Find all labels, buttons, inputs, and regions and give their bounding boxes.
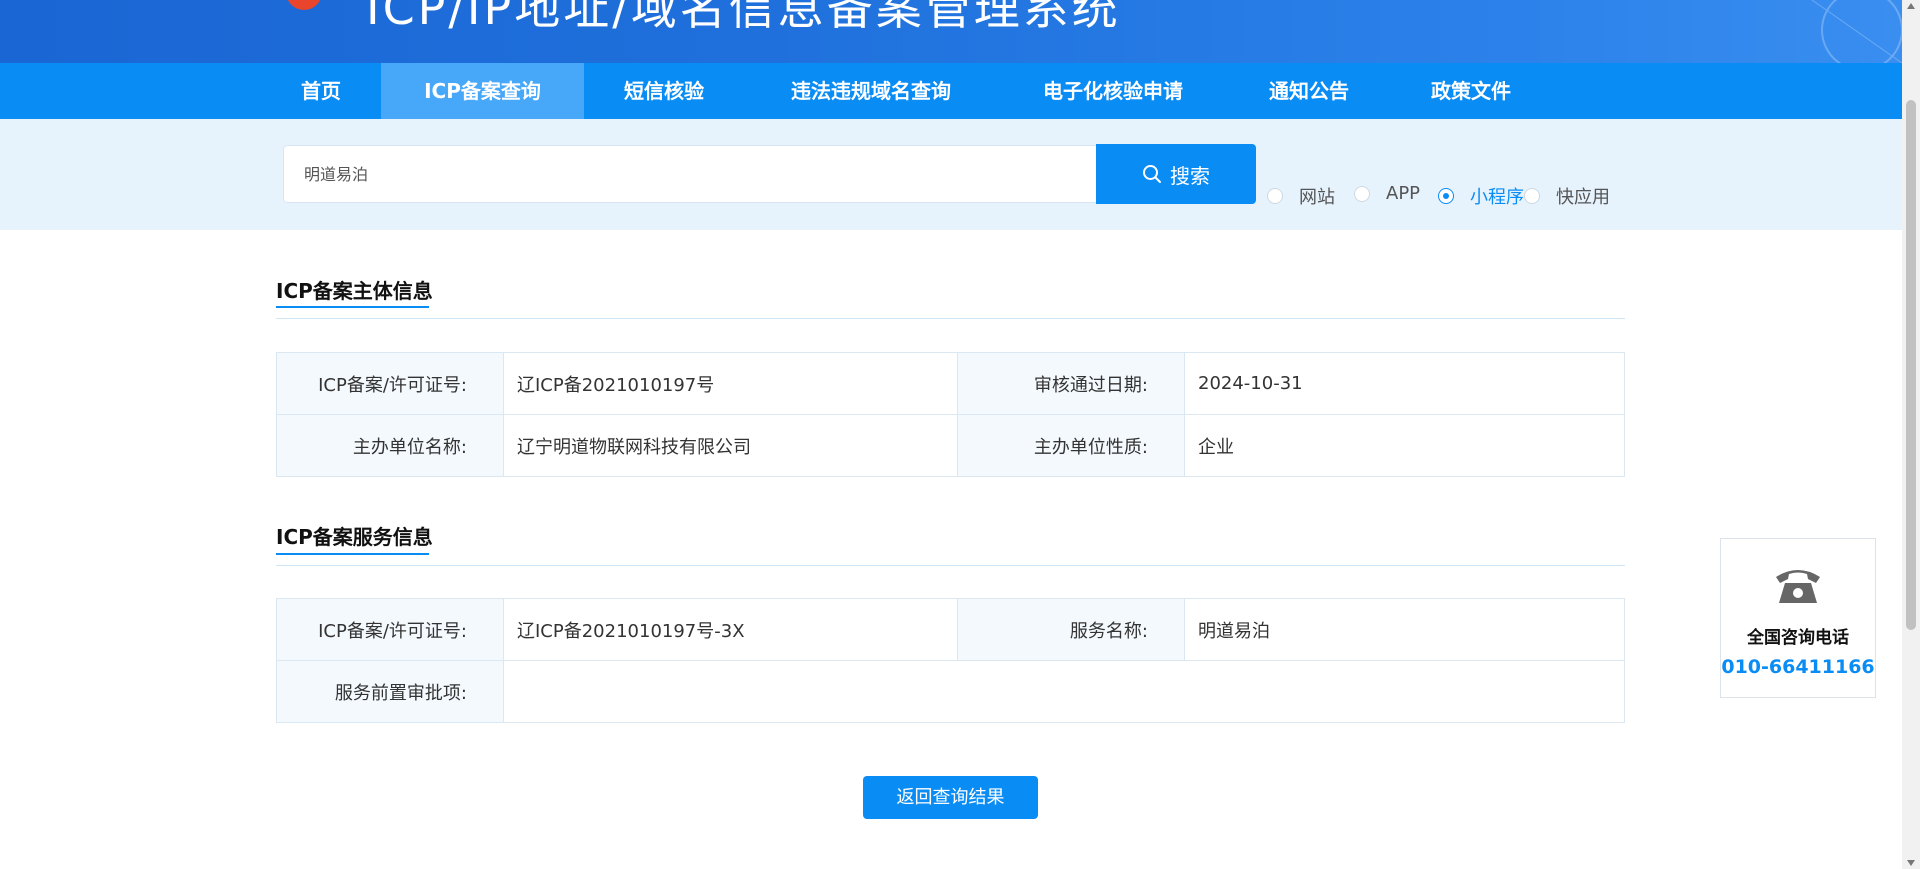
radio-circle-checked (1438, 188, 1454, 204)
subject-info-table: ICP备案/许可证号: 辽ICP备2021010197号 审核通过日期: 202… (276, 352, 1625, 477)
value-approval-date: 2024-10-31 (1184, 352, 1625, 415)
table-row: ICP备案/许可证号: 辽ICP备2021010197号-3X 服务名称: 明道… (276, 598, 1625, 661)
radio-circle (1524, 188, 1540, 204)
hotline-number: 010-66411166 (1721, 656, 1875, 678)
system-title: ICP/IP地址/域名信息备案管理系统 (366, 0, 1121, 35)
table-row: ICP备案/许可证号: 辽ICP备2021010197号 审核通过日期: 202… (276, 352, 1625, 415)
label-icp-number: ICP备案/许可证号: (276, 352, 504, 415)
label-organizer-type: 主办单位性质: (957, 414, 1185, 477)
label-service-name: 服务名称: (957, 598, 1185, 661)
search-input[interactable]: 明道易泊 (283, 145, 1096, 203)
banner-decoration (1811, 0, 1902, 63)
scroll-down-arrow-icon[interactable] (1907, 860, 1915, 866)
label-organizer-name: 主办单位名称: (276, 414, 504, 477)
search-button[interactable]: 搜索 (1096, 144, 1256, 204)
section-divider (276, 318, 1625, 319)
radio-circle (1267, 188, 1283, 204)
radio-circle (1354, 185, 1370, 202)
value-organizer-type: 企业 (1184, 414, 1625, 477)
table-row: 主办单位名称: 辽宁明道物联网科技有限公司 主办单位性质: 企业 (276, 414, 1625, 477)
nav-item-icp-query[interactable]: ICP备案查询 (381, 63, 584, 119)
radio-mini-program[interactable]: 小程序 (1438, 183, 1524, 209)
nav-item-home[interactable]: 首页 (276, 63, 366, 119)
nav-item-notices[interactable]: 通知公告 (1248, 63, 1370, 119)
search-icon (1143, 165, 1161, 183)
service-info-table: ICP备案/许可证号: 辽ICP备2021010197号-3X 服务名称: 明道… (276, 598, 1625, 723)
section-underline (276, 306, 429, 308)
telephone-icon (1776, 570, 1820, 603)
value-service-name: 明道易泊 (1184, 598, 1625, 661)
label-service-icp-number: ICP备案/许可证号: (276, 598, 504, 661)
scroll-up-arrow-icon[interactable] (1907, 3, 1915, 9)
radio-website[interactable]: 网站 (1267, 183, 1335, 209)
radio-label: 网站 (1299, 187, 1335, 208)
section-heading-subject: ICP备案主体信息 (276, 279, 433, 303)
header-banner: ICP/IP地址/域名信息备案管理系统 (0, 0, 1902, 63)
section-divider (276, 565, 1625, 566)
section-underline (276, 553, 429, 555)
logo-gear-icon (287, 0, 321, 10)
radio-app[interactable]: APP (1354, 183, 1420, 204)
main-nav: 首页 ICP备案查询 短信核验 违法违规域名查询 电子化核验申请 通知公告 政策… (0, 63, 1902, 119)
radio-label: APP (1386, 183, 1421, 204)
value-service-icp-number: 辽ICP备2021010197号-3X (503, 598, 958, 661)
radio-label: 小程序 (1470, 187, 1524, 208)
label-pre-approval: 服务前置审批项: (276, 660, 504, 723)
nav-item-policies[interactable]: 政策文件 (1410, 63, 1532, 119)
label-approval-date: 审核通过日期: (957, 352, 1185, 415)
section-heading-service: ICP备案服务信息 (276, 525, 433, 549)
back-to-results-button[interactable]: 返回查询结果 (863, 776, 1038, 819)
nav-item-sms-verify[interactable]: 短信核验 (600, 63, 728, 119)
hotline-widget[interactable]: 全国咨询电话 010-66411166 (1720, 538, 1876, 698)
vertical-scrollbar[interactable] (1902, 0, 1920, 869)
table-row: 服务前置审批项: (276, 660, 1625, 723)
nav-item-illegal-domain-query[interactable]: 违法违规域名查询 (760, 63, 982, 119)
hotline-label: 全国咨询电话 (1747, 628, 1849, 648)
search-button-label: 搜索 (1170, 163, 1210, 188)
scroll-thumb[interactable] (1906, 100, 1916, 630)
radio-quick-app[interactable]: 快应用 (1524, 183, 1610, 209)
value-organizer-name: 辽宁明道物联网科技有限公司 (503, 414, 958, 477)
nav-item-electronic-verify[interactable]: 电子化核验申请 (1018, 63, 1208, 119)
radio-label: 快应用 (1556, 187, 1610, 208)
value-pre-approval (503, 660, 1625, 723)
value-icp-number: 辽ICP备2021010197号 (503, 352, 958, 415)
